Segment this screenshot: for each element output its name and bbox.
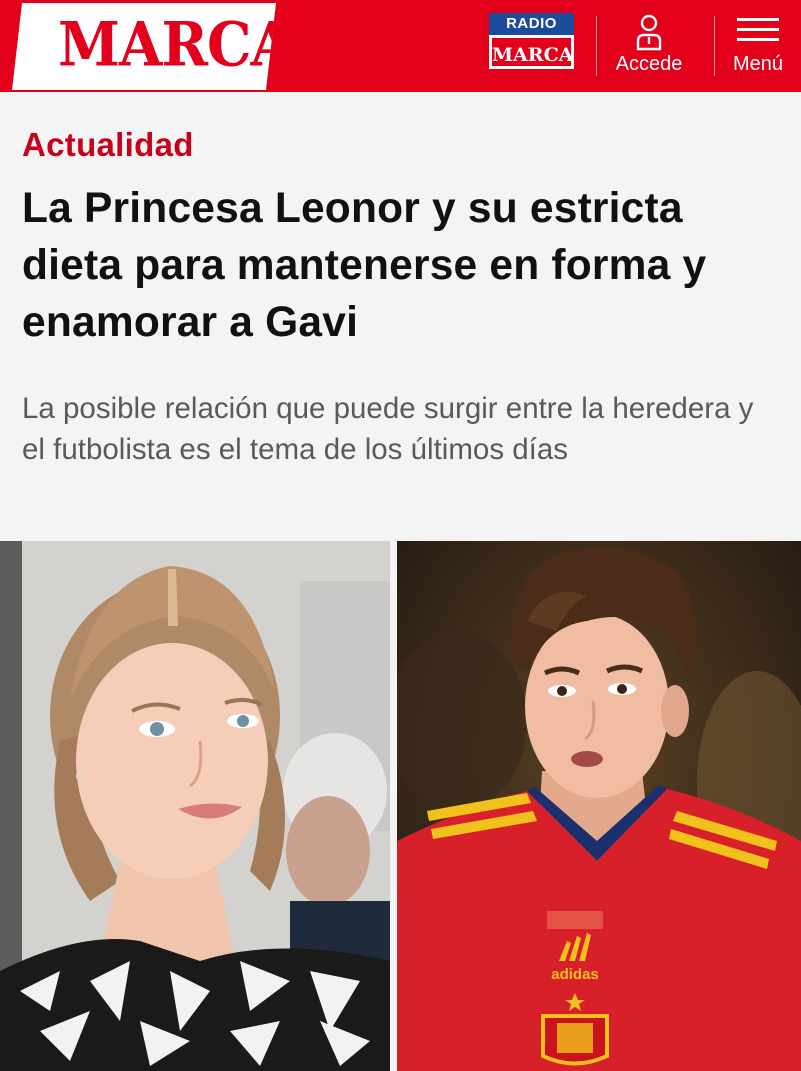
header-divider — [714, 16, 715, 76]
article-subheadline: La posible relación que puede surgir ent… — [22, 392, 754, 466]
header-divider — [596, 16, 597, 76]
login-button[interactable]: Accede — [600, 10, 698, 84]
hamburger-icon — [737, 18, 779, 41]
radio-label: RADIO — [489, 13, 574, 35]
menu-button[interactable]: Menú — [718, 10, 798, 84]
radio-marca-badge[interactable]: RADIO MARCA — [489, 13, 574, 69]
marca-logo-text: MARCA — [58, 9, 293, 81]
user-icon — [636, 14, 662, 51]
article-headline: La Princesa Leonor y su estricta dieta p… — [22, 185, 707, 346]
adidas-logo-text: adidas — [551, 966, 599, 983]
leonor-photo — [0, 541, 390, 1071]
radio-marca-label: MARCA — [489, 35, 574, 69]
marca-logo[interactable]: MARCA — [12, 3, 276, 90]
site-header: MARCA RADIO MARCA Accede Menú — [0, 0, 801, 92]
section-link[interactable]: Actualidad — [22, 126, 194, 164]
gavi-photo: adidas — [397, 541, 801, 1071]
login-label: Accede — [615, 53, 683, 75]
menu-label: Menú — [732, 53, 784, 75]
